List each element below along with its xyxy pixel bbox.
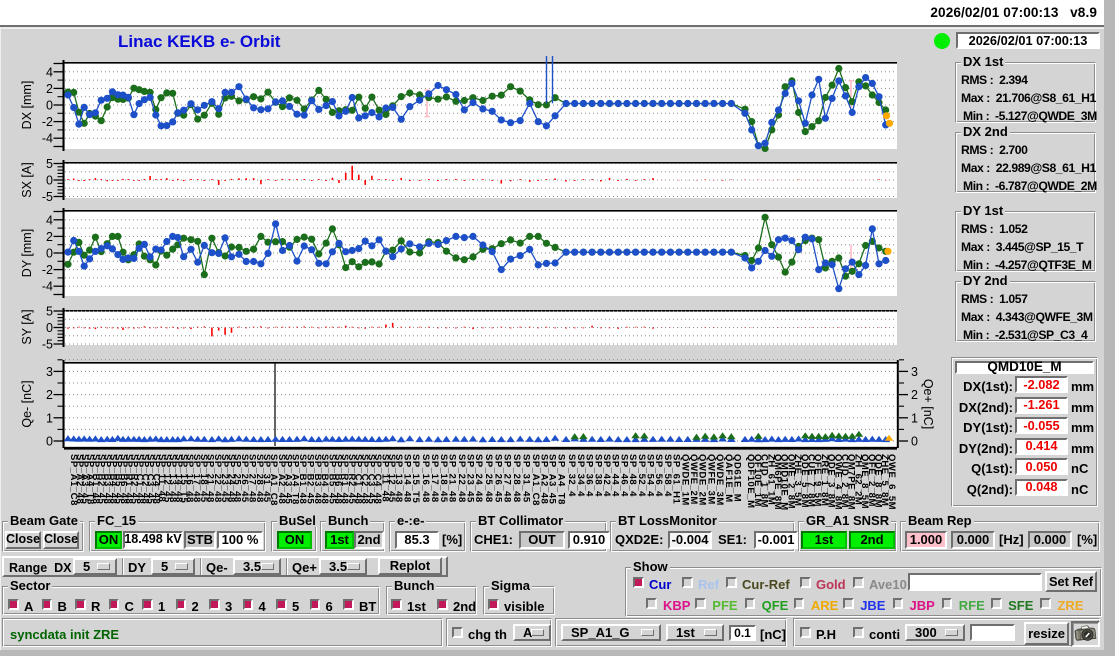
svg-text:SP_31_45: SP_31_45 <box>520 454 531 503</box>
svg-text:0: 0 <box>46 174 53 188</box>
svg-text:5: 5 <box>46 157 53 171</box>
svg-text:SP_21_48: SP_21_48 <box>447 454 458 503</box>
svg-text:-2: -2 <box>42 263 53 277</box>
svg-text:1: 1 <box>46 411 53 425</box>
svg-text:SX [A]: SX [A] <box>20 162 34 197</box>
svg-text:DX [mm]: DX [mm] <box>20 81 34 130</box>
svg-text:SP_28_48: SP_28_48 <box>511 454 522 503</box>
svg-text:2: 2 <box>46 388 53 402</box>
svg-text:-5: -5 <box>42 190 53 204</box>
svg-text:2: 2 <box>911 388 918 402</box>
svg-text:QD61E_M: QD61E_M <box>732 454 743 502</box>
svg-text:0: 0 <box>46 435 53 449</box>
svg-text:0: 0 <box>46 247 53 261</box>
svg-text:2: 2 <box>46 230 53 244</box>
svg-text:4: 4 <box>46 65 53 79</box>
svg-text:-4: -4 <box>42 132 53 146</box>
svg-text:Qe+ [nC]: Qe+ [nC] <box>921 379 935 429</box>
svg-text:1: 1 <box>911 411 918 425</box>
svg-text:2: 2 <box>46 82 53 96</box>
svg-text:SP_24_48: SP_24_48 <box>473 454 484 503</box>
svg-text:5: 5 <box>46 305 53 319</box>
svg-text:4: 4 <box>46 213 53 227</box>
svg-text:3: 3 <box>911 365 918 379</box>
svg-text:0: 0 <box>46 99 53 113</box>
svg-text:3: 3 <box>46 365 53 379</box>
svg-text:SP_A4_T8: SP_A4_T8 <box>555 454 566 505</box>
svg-text:DY [mm]: DY [mm] <box>20 229 34 277</box>
svg-text:Qe- [nC]: Qe- [nC] <box>20 380 34 427</box>
svg-text:-2: -2 <box>42 115 53 129</box>
svg-text:SY [A]: SY [A] <box>20 309 34 344</box>
svg-text:SP_15_T5: SP_15_T5 <box>410 454 421 503</box>
svg-text:-4: -4 <box>42 280 53 294</box>
svg-text:QWE_6_5M: QWE_6_5M <box>886 454 897 510</box>
svg-text:-5: -5 <box>42 338 53 352</box>
svg-text:0: 0 <box>46 321 53 335</box>
svg-text:0: 0 <box>911 435 918 449</box>
